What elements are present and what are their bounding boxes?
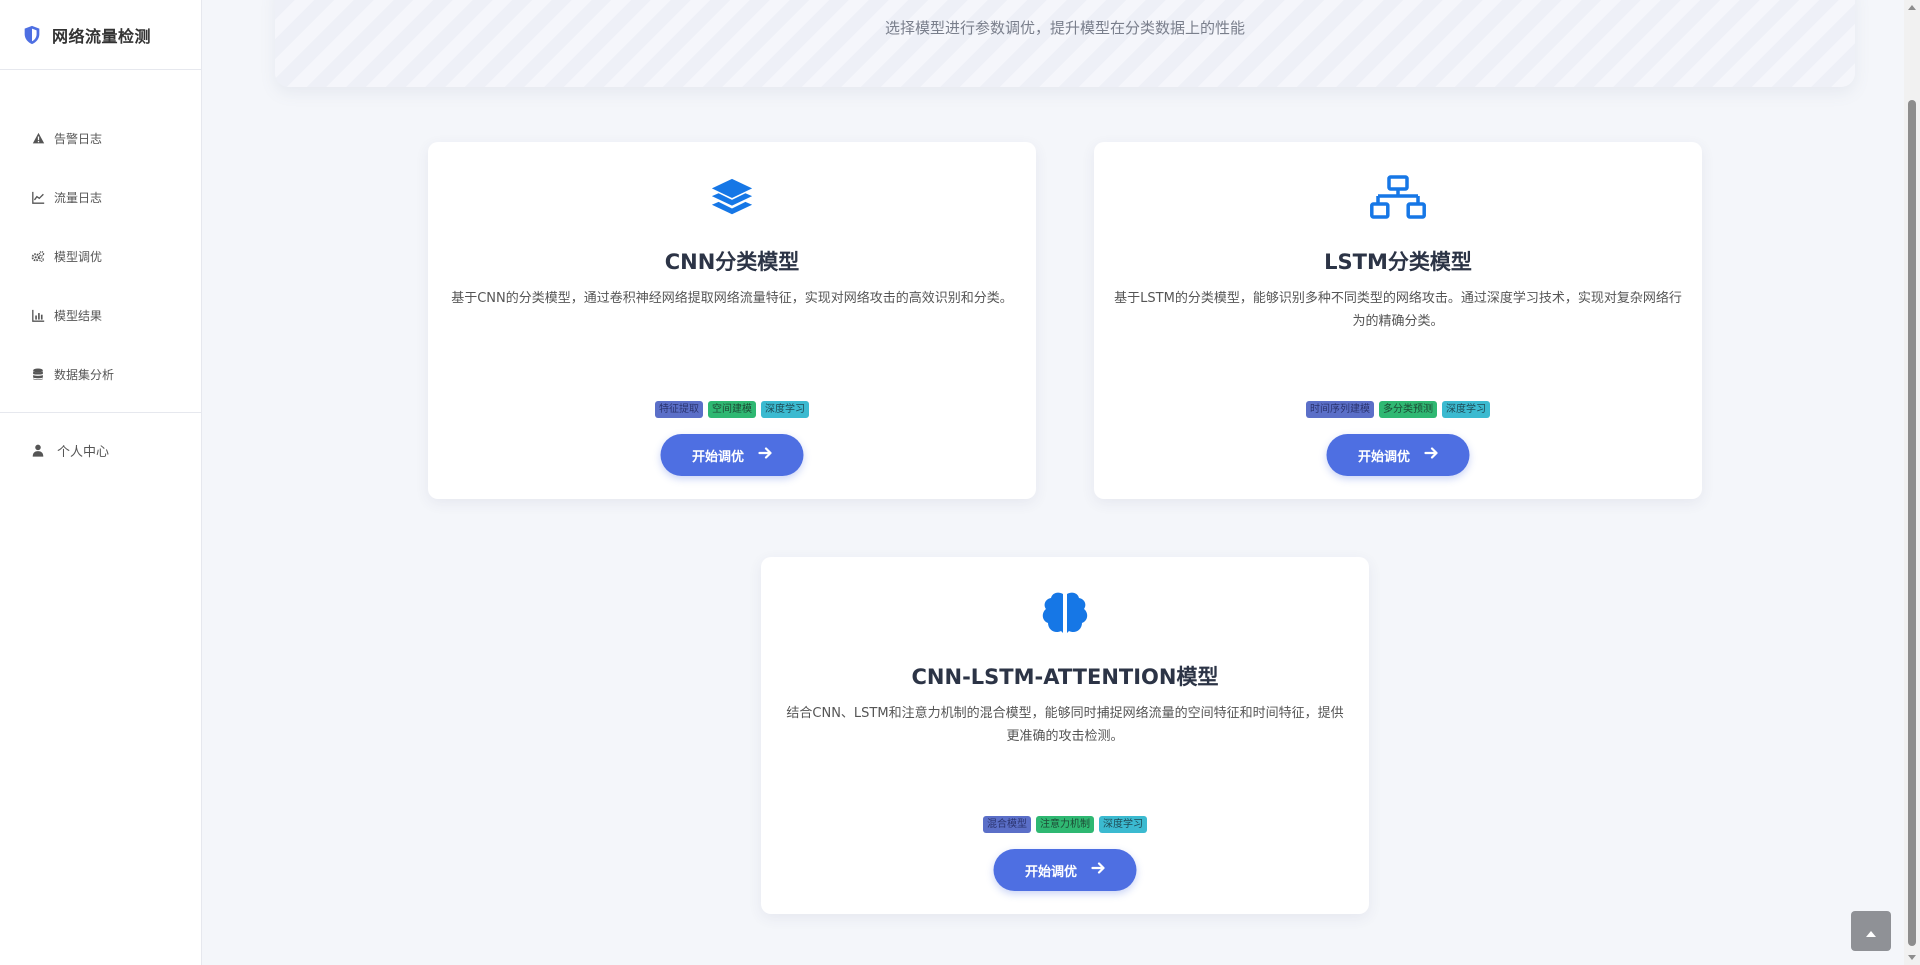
scroll-up-arrow[interactable] (1908, 5, 1916, 10)
database-icon (31, 368, 45, 382)
warning-icon (31, 132, 45, 146)
chevron-up-icon (1866, 922, 1876, 941)
shield-icon (21, 24, 43, 46)
start-tuning-button[interactable]: 开始调优 (1326, 434, 1470, 476)
sidebar-nav: 告警日志 流量日志 模型调优 模型结果 数据集分析 个人中心 (0, 70, 201, 487)
card-title: CNN-LSTM-ATTENTION模型 (911, 665, 1219, 689)
sidebar-item-label: 模型调优 (54, 250, 103, 264)
user-icon (31, 443, 45, 457)
sidebar-item-label: 数据集分析 (54, 368, 115, 382)
sidebar-item-alert-log[interactable]: 告警日志 (0, 109, 201, 168)
model-card-cnn: CNN分类模型 基于CNN的分类模型，通过卷积神经网络提取网络流量特征，实现对网… (428, 142, 1036, 499)
tag: 多分类预测 (1379, 401, 1437, 418)
tag-list: 混合模型 注意力机制 深度学习 (761, 816, 1369, 833)
sidebar-item-label: 告警日志 (54, 132, 103, 146)
card-description: 基于CNN的分类模型，通过卷积神经网络提取网络流量特征，实现对网络攻击的高效识别… (451, 291, 1013, 306)
scrollbar[interactable] (1904, 0, 1920, 965)
sidebar-item-label: 模型结果 (54, 309, 103, 323)
tag: 特征提取 (655, 401, 703, 418)
bar-chart-icon (31, 309, 45, 323)
sidebar-item-label: 流量日志 (54, 191, 103, 205)
tag-list: 时间序列建模 多分类预测 深度学习 (1094, 401, 1702, 418)
tag: 深度学习 (1099, 816, 1147, 833)
model-card-cnn-lstm-attention: CNN-LSTM-ATTENTION模型 结合CNN、LSTM和注意力机制的混合… (761, 557, 1369, 914)
network-icon (1094, 175, 1702, 221)
tag: 深度学习 (1442, 401, 1490, 418)
sidebar-item-model-results[interactable]: 模型结果 (0, 286, 201, 345)
page-subtitle: 选择模型进行参数调优，提升模型在分类数据上的性能 (884, 19, 1245, 37)
page-header-banner: 选择模型进行参数调优，提升模型在分类数据上的性能 (275, 0, 1855, 87)
tag-list: 特征提取 空间建模 深度学习 (428, 401, 1036, 418)
card-title: CNN分类模型 (664, 250, 800, 274)
tag: 混合模型 (983, 816, 1031, 833)
arrow-right-icon (1090, 862, 1105, 878)
arrow-right-icon (1423, 447, 1438, 463)
tag: 深度学习 (761, 401, 809, 418)
tag: 时间序列建模 (1306, 401, 1374, 418)
sidebar-item-profile[interactable]: 个人中心 (0, 413, 201, 487)
start-tuning-button[interactable]: 开始调优 (993, 849, 1137, 891)
brain-icon (761, 590, 1369, 636)
sidebar-item-dataset-analysis[interactable]: 数据集分析 (0, 345, 201, 404)
sidebar: 网络流量检测 告警日志 流量日志 模型调优 模型结果 数据集分析 个人中心 (0, 0, 202, 965)
button-label: 开始调优 (691, 449, 744, 465)
card-description: 基于LSTM的分类模型，能够识别多种不同类型的网络攻击。通过深度学习技术，实现对… (1114, 291, 1682, 329)
start-tuning-button[interactable]: 开始调优 (660, 434, 804, 476)
sidebar-item-traffic-log[interactable]: 流量日志 (0, 168, 201, 227)
layers-icon (428, 175, 1036, 221)
brand[interactable]: 网络流量检测 (0, 0, 201, 70)
button-label: 开始调优 (1357, 449, 1410, 465)
cogs-icon (31, 250, 45, 264)
line-chart-icon (31, 191, 45, 205)
card-title: LSTM分类模型 (1324, 250, 1472, 274)
brand-title: 网络流量检测 (52, 26, 152, 46)
sidebar-item-label: 个人中心 (57, 444, 110, 460)
arrow-right-icon (757, 447, 772, 463)
model-card-lstm: LSTM分类模型 基于LSTM的分类模型，能够识别多种不同类型的网络攻击。通过深… (1094, 142, 1702, 499)
scroll-to-top-button[interactable] (1851, 911, 1891, 951)
tag: 注意力机制 (1036, 816, 1094, 833)
button-label: 开始调优 (1024, 864, 1077, 880)
card-description: 结合CNN、LSTM和注意力机制的混合模型，能够同时捕捉网络流量的空间特征和时间… (786, 706, 1344, 744)
scrollbar-thumb[interactable] (1908, 100, 1916, 946)
tag: 空间建模 (708, 401, 756, 418)
scroll-down-arrow[interactable] (1908, 955, 1916, 960)
sidebar-item-model-tuning[interactable]: 模型调优 (0, 227, 201, 286)
